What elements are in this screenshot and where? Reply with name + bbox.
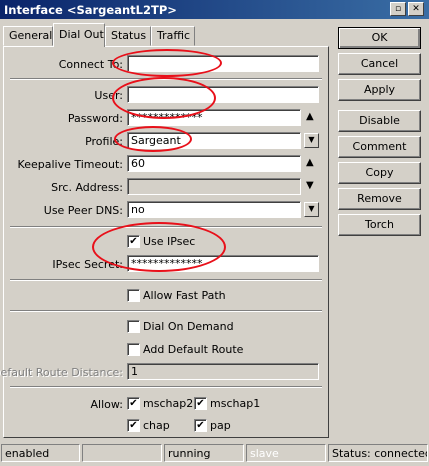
- dial-on-demand-label: Dial On Demand: [143, 320, 234, 333]
- separator: [10, 226, 322, 228]
- profile-select[interactable]: Sargeant: [127, 132, 301, 149]
- ipsec-secret-label: IPsec Secret:: [52, 258, 123, 271]
- default-route-distance-label: Default Route Distance:: [0, 366, 123, 379]
- minimize-icon[interactable]: ▫: [390, 2, 406, 16]
- tab-traffic[interactable]: Traffic: [151, 26, 195, 46]
- allow-label: Allow:: [90, 398, 123, 411]
- close-icon[interactable]: ✕: [408, 2, 424, 16]
- allow-fast-path-checkbox[interactable]: [127, 289, 140, 302]
- use-ipsec-label: Use IPsec: [143, 235, 196, 248]
- connect-to-label: Connect To:: [58, 58, 123, 71]
- window-title-bar[interactable]: Interface <SargeantL2TP> ▫ ✕: [0, 0, 429, 19]
- separator: [10, 78, 322, 80]
- use-peer-dns-select[interactable]: no: [127, 201, 301, 218]
- allow-pap-checkbox[interactable]: ✔: [194, 419, 207, 432]
- separator: [10, 279, 322, 281]
- profile-label: Profile:: [85, 135, 123, 148]
- status-connected: Status: connected: [328, 444, 428, 462]
- remove-button[interactable]: Remove: [338, 188, 421, 210]
- profile-dropdown-icon[interactable]: ▼: [304, 133, 319, 148]
- status-slave: slave: [246, 444, 326, 462]
- window-title: Interface <SargeantL2TP>: [4, 3, 177, 17]
- allow-pap-label: pap: [210, 419, 231, 432]
- cancel-button[interactable]: Cancel: [338, 53, 421, 75]
- allow-mschap1-checkbox[interactable]: ✔: [194, 397, 207, 410]
- status-running: running: [164, 444, 244, 462]
- up-arrow-icon[interactable]: ▲: [306, 112, 314, 122]
- up-arrow-icon[interactable]: ▲: [306, 158, 314, 168]
- src-address-input[interactable]: [127, 178, 301, 195]
- tab-dial-out[interactable]: Dial Out: [53, 23, 105, 47]
- add-default-route-label: Add Default Route: [143, 343, 244, 356]
- allow-chap-label: chap: [143, 419, 170, 432]
- ipsec-secret-input[interactable]: *************: [127, 255, 319, 272]
- apply-button[interactable]: Apply: [338, 79, 421, 101]
- allow-mschap2-label: mschap2: [143, 397, 194, 410]
- allow-mschap2-checkbox[interactable]: ✔: [127, 397, 140, 410]
- keepalive-timeout-input[interactable]: 60: [127, 155, 301, 172]
- status-enabled: enabled: [1, 444, 80, 462]
- src-address-label: Src. Address:: [51, 181, 123, 194]
- separator: [10, 386, 322, 388]
- default-route-distance-input[interactable]: 1: [127, 363, 319, 380]
- password-input[interactable]: *************: [127, 109, 301, 126]
- allow-fast-path-label: Allow Fast Path: [143, 289, 226, 302]
- use-ipsec-checkbox[interactable]: ✔: [127, 235, 140, 248]
- allow-chap-checkbox[interactable]: ✔: [127, 419, 140, 432]
- down-arrow-icon[interactable]: ▼: [306, 181, 314, 191]
- ok-button[interactable]: OK: [338, 27, 421, 49]
- status-empty: [82, 444, 162, 462]
- add-default-route-checkbox[interactable]: [127, 343, 140, 356]
- disable-button[interactable]: Disable: [338, 110, 421, 132]
- copy-button[interactable]: Copy: [338, 162, 421, 184]
- user-input[interactable]: [127, 86, 319, 103]
- allow-mschap1-label: mschap1: [210, 397, 261, 410]
- comment-button[interactable]: Comment: [338, 136, 421, 158]
- tab-status[interactable]: Status: [105, 26, 151, 46]
- tab-general[interactable]: General: [3, 26, 53, 46]
- keepalive-timeout-label: Keepalive Timeout:: [17, 158, 123, 171]
- torch-button[interactable]: Torch: [338, 214, 421, 236]
- use-peer-dns-dropdown-icon[interactable]: ▼: [304, 202, 319, 217]
- connect-to-input[interactable]: [127, 55, 319, 72]
- password-label: Password:: [67, 112, 123, 125]
- dial-on-demand-checkbox[interactable]: [127, 320, 140, 333]
- separator: [10, 310, 322, 312]
- user-label: User:: [94, 89, 123, 102]
- use-peer-dns-label: Use Peer DNS:: [43, 204, 123, 217]
